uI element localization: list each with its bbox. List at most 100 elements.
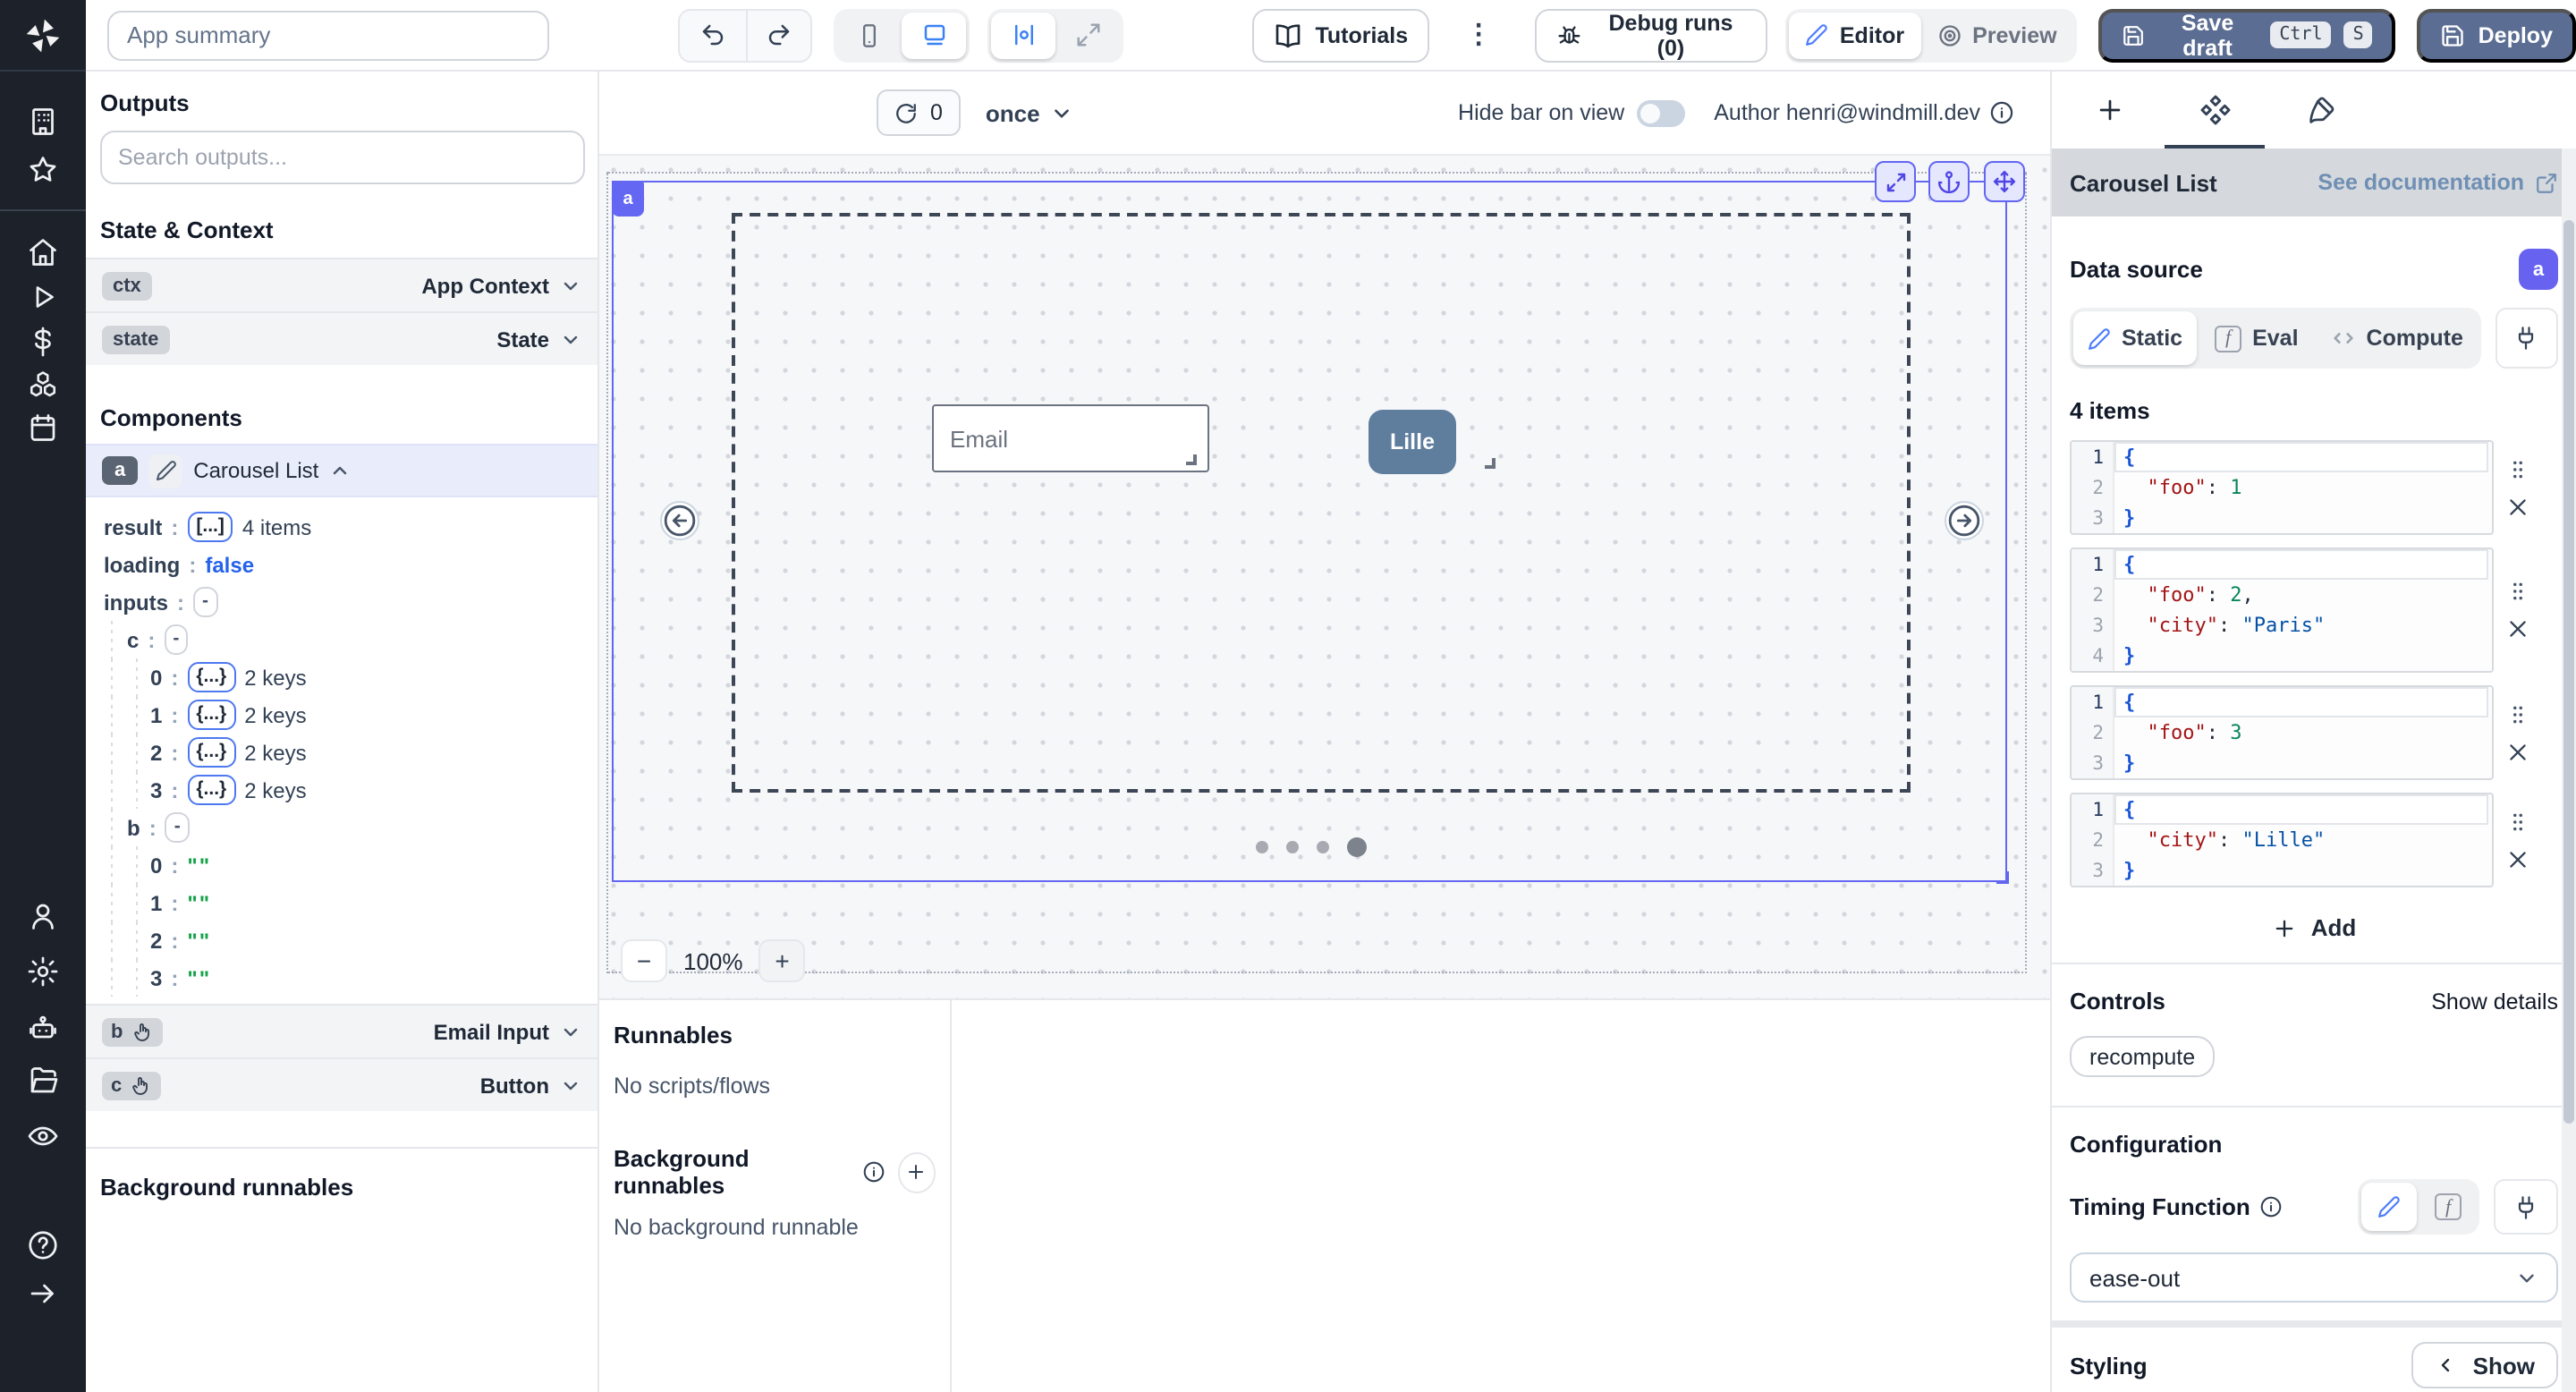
carousel-prev-button[interactable] xyxy=(660,501,699,540)
favorites-star-icon[interactable] xyxy=(27,154,59,186)
search-outputs-input[interactable] xyxy=(100,131,585,184)
json-editor[interactable]: 123{ "foo": 1} xyxy=(2070,440,2494,535)
runs-play-icon[interactable] xyxy=(27,281,59,313)
show-details-link[interactable]: Show details xyxy=(2431,989,2558,1014)
tree-row[interactable]: 1:{...}2 keys xyxy=(86,696,597,734)
redo-button[interactable] xyxy=(745,10,810,60)
delete-item-icon[interactable] xyxy=(2506,495,2529,518)
show-styling-button[interactable]: Show xyxy=(2412,1342,2558,1388)
carousel-frame[interactable]: a Lille xyxy=(612,181,2007,882)
email-input-row[interactable]: b Email Input xyxy=(86,1004,597,1057)
tree-row[interactable]: 2:{...}2 keys xyxy=(86,734,597,771)
drag-handle-icon[interactable] xyxy=(2506,702,2529,726)
drag-handle-icon[interactable] xyxy=(2506,810,2529,833)
users-icon[interactable] xyxy=(27,900,59,932)
carousel-item-container[interactable] xyxy=(732,213,1911,793)
json-editor[interactable]: 123{ "foo": 3} xyxy=(2070,685,2494,780)
timing-static-button[interactable] xyxy=(2361,1183,2417,1231)
deploy-button[interactable]: Deploy xyxy=(2418,8,2576,62)
recompute-pill[interactable]: recompute xyxy=(2070,1036,2215,1077)
insert-component-tab[interactable] xyxy=(2073,72,2145,149)
rename-component-button[interactable] xyxy=(148,454,182,488)
save-draft-button[interactable]: Save draft Ctrl S xyxy=(2098,8,2396,62)
tree-row[interactable]: result:[...]4 items xyxy=(86,508,597,546)
tree-row[interactable]: 3:"" xyxy=(86,959,597,997)
hide-bar-toggle[interactable] xyxy=(1637,99,1685,126)
delete-item-icon[interactable] xyxy=(2506,847,2529,870)
expand-sidebar-arrow-icon[interactable] xyxy=(27,1277,59,1310)
tree-chip[interactable]: [...] xyxy=(187,512,233,542)
tree-chip[interactable]: - xyxy=(193,587,217,617)
ctx-row[interactable]: ctx App Context xyxy=(86,258,597,311)
tree-row[interactable]: 2:"" xyxy=(86,921,597,959)
component-settings-tab[interactable] xyxy=(2179,72,2250,149)
carousel-next-button[interactable] xyxy=(1945,501,1984,540)
tree-chip[interactable]: {...} xyxy=(187,662,235,692)
add-background-runnable-button[interactable] xyxy=(897,1151,936,1193)
help-icon[interactable] xyxy=(27,1229,59,1261)
more-menu-button[interactable]: ⋮ xyxy=(1465,21,1492,48)
see-documentation-link[interactable]: See documentation xyxy=(2318,170,2558,195)
info-icon[interactable] xyxy=(2259,1195,2283,1218)
resize-corner-icon[interactable] xyxy=(1485,458,1496,469)
frequency-select[interactable]: once xyxy=(986,99,1074,126)
zoom-in-button[interactable]: + xyxy=(759,939,806,982)
delete-item-icon[interactable] xyxy=(2506,740,2529,763)
panel-scrollbar[interactable] xyxy=(2562,149,2576,1392)
tree-row[interactable]: inputs:- xyxy=(86,583,597,621)
move-handle[interactable] xyxy=(1984,161,2025,202)
compute-mode-button[interactable]: Compute xyxy=(2317,311,2478,365)
undo-button[interactable] xyxy=(680,10,745,60)
canvas-grid[interactable]: a Lille − xyxy=(599,156,2050,998)
expand-handle[interactable] xyxy=(1875,161,1916,202)
timing-plug-button[interactable] xyxy=(2494,1179,2558,1235)
tree-chip[interactable]: {...} xyxy=(187,700,235,730)
json-editor[interactable]: 1234{ "foo": 2, "city": "Paris"} xyxy=(2070,547,2494,673)
tree-row[interactable]: b:- xyxy=(86,809,597,846)
carousel-component-row[interactable]: a Carousel List xyxy=(86,444,597,497)
tree-chip[interactable]: {...} xyxy=(187,775,235,805)
full-width-button[interactable] xyxy=(1055,12,1120,58)
anchor-handle[interactable] xyxy=(1928,161,1970,202)
carousel-dot[interactable] xyxy=(1286,841,1299,853)
zoom-out-button[interactable]: − xyxy=(621,939,667,982)
drag-handle-icon[interactable] xyxy=(2506,580,2529,603)
refresh-count-button[interactable]: 0 xyxy=(877,89,961,136)
workers-robot-icon[interactable] xyxy=(27,1013,59,1045)
tree-chip[interactable]: - xyxy=(164,624,188,655)
eval-mode-button[interactable]: f Eval xyxy=(2200,311,2312,365)
tree-row[interactable]: 1:"" xyxy=(86,884,597,921)
state-row[interactable]: state State xyxy=(86,311,597,365)
variables-dollar-icon[interactable] xyxy=(27,326,59,358)
resources-boxes-icon[interactable] xyxy=(27,369,59,401)
carousel-dot[interactable] xyxy=(1256,841,1268,853)
workspace-building-icon[interactable] xyxy=(27,106,59,138)
editor-tab[interactable]: Editor xyxy=(1790,12,1920,58)
carousel-dot[interactable] xyxy=(1317,841,1329,853)
frame-resize-corner[interactable] xyxy=(1996,871,2009,884)
timing-function-select[interactable]: ease-out xyxy=(2070,1252,2558,1303)
app-summary-input[interactable] xyxy=(107,10,549,60)
resize-corner-icon[interactable] xyxy=(1186,454,1197,465)
tree-row[interactable]: loading:false xyxy=(86,546,597,583)
folders-icon[interactable] xyxy=(27,1065,59,1097)
connect-plug-button[interactable] xyxy=(2496,308,2558,369)
tree-chip[interactable]: {...} xyxy=(187,737,235,768)
audit-eye-icon[interactable] xyxy=(27,1120,59,1152)
tree-row[interactable]: 3:{...}2 keys xyxy=(86,771,597,809)
scrollbar-thumb[interactable] xyxy=(2563,220,2574,1124)
desktop-view-button[interactable] xyxy=(902,12,966,58)
home-icon[interactable] xyxy=(27,236,59,268)
preview-tab[interactable]: Preview xyxy=(1920,12,2073,58)
email-input-component[interactable] xyxy=(932,404,1209,472)
tree-row[interactable]: c:- xyxy=(86,621,597,658)
button-component-row[interactable]: c Button xyxy=(86,1057,597,1111)
timing-eval-button[interactable]: f xyxy=(2420,1183,2476,1231)
json-editor[interactable]: 123{ "city": "Lille"} xyxy=(2070,793,2494,887)
mobile-view-button[interactable] xyxy=(837,12,902,58)
info-icon[interactable] xyxy=(861,1159,885,1184)
windmill-logo[interactable] xyxy=(0,0,86,72)
carousel-dot[interactable] xyxy=(1347,837,1367,857)
schedules-calendar-icon[interactable] xyxy=(27,412,59,444)
lille-button-component[interactable]: Lille xyxy=(1368,410,1456,474)
